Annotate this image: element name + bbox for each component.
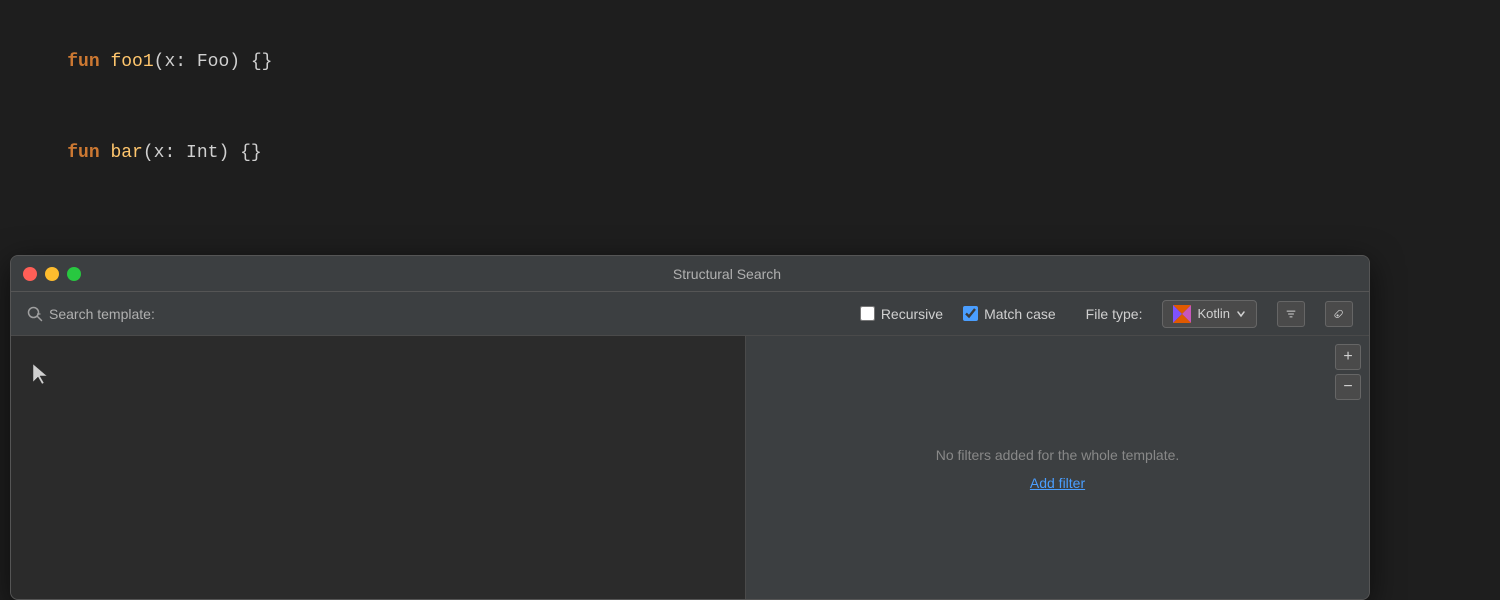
filter-button[interactable] — [1277, 301, 1305, 327]
minimize-button[interactable] — [45, 267, 59, 281]
close-button[interactable] — [23, 267, 37, 281]
maximize-button[interactable] — [67, 267, 81, 281]
search-icon — [27, 306, 43, 322]
dialog-titlebar: Structural Search — [11, 256, 1369, 292]
add-filter-link[interactable]: Add filter — [1030, 475, 1085, 491]
file-type-dropdown[interactable]: Kotlin — [1162, 300, 1257, 328]
remove-filter-button[interactable]: − — [1335, 374, 1361, 400]
plus-icon: + — [1343, 348, 1352, 366]
code-editor: fun foo1(x: Foo) {} fun bar(x: Int) {} c… — [0, 0, 1500, 260]
wrench-icon — [1334, 307, 1344, 321]
filters-panel: + − No filters added for the whole templ… — [746, 336, 1369, 600]
search-panel[interactable] — [11, 336, 746, 600]
recursive-checkbox[interactable] — [860, 306, 875, 321]
dialog-toolbar: Search template: Recursive Match case Fi… — [11, 292, 1369, 336]
recursive-label: Recursive — [881, 306, 943, 322]
minus-icon: − — [1343, 378, 1352, 396]
dialog-body: + − No filters added for the whole templ… — [11, 336, 1369, 600]
mouse-cursor-indicator — [31, 362, 51, 391]
match-case-checkbox-group[interactable]: Match case — [963, 306, 1056, 322]
chevron-down-icon — [1236, 309, 1246, 319]
dialog-title: Structural Search — [97, 266, 1357, 282]
function-name: foo1 — [110, 52, 153, 72]
keyword: fun — [67, 52, 99, 72]
code-line-1: fun foo1(x: Foo) {} — [24, 16, 1476, 108]
filter-action-buttons: + − — [1335, 344, 1361, 400]
no-filters-text: No filters added for the whole template. — [936, 447, 1180, 463]
file-type-label: File type: — [1086, 306, 1143, 322]
filter-icon — [1286, 307, 1296, 321]
match-case-checkbox[interactable] — [963, 306, 978, 321]
search-label: Search template: — [49, 306, 155, 322]
traffic-lights — [23, 267, 81, 281]
code-line-3 — [24, 200, 1476, 231]
function-name: bar — [110, 143, 142, 163]
add-filter-button[interactable]: + — [1335, 344, 1361, 370]
settings-button[interactable] — [1325, 301, 1353, 327]
structural-search-dialog: Structural Search Search template: Recur… — [10, 255, 1370, 600]
code-line-2: fun bar(x: Int) {} — [24, 108, 1476, 200]
search-label-group: Search template: — [27, 306, 155, 322]
kotlin-icon — [1173, 305, 1191, 323]
file-type-value: Kotlin — [1197, 306, 1230, 321]
match-case-label: Match case — [984, 306, 1056, 322]
keyword: fun — [67, 143, 99, 163]
recursive-checkbox-group[interactable]: Recursive — [860, 306, 943, 322]
